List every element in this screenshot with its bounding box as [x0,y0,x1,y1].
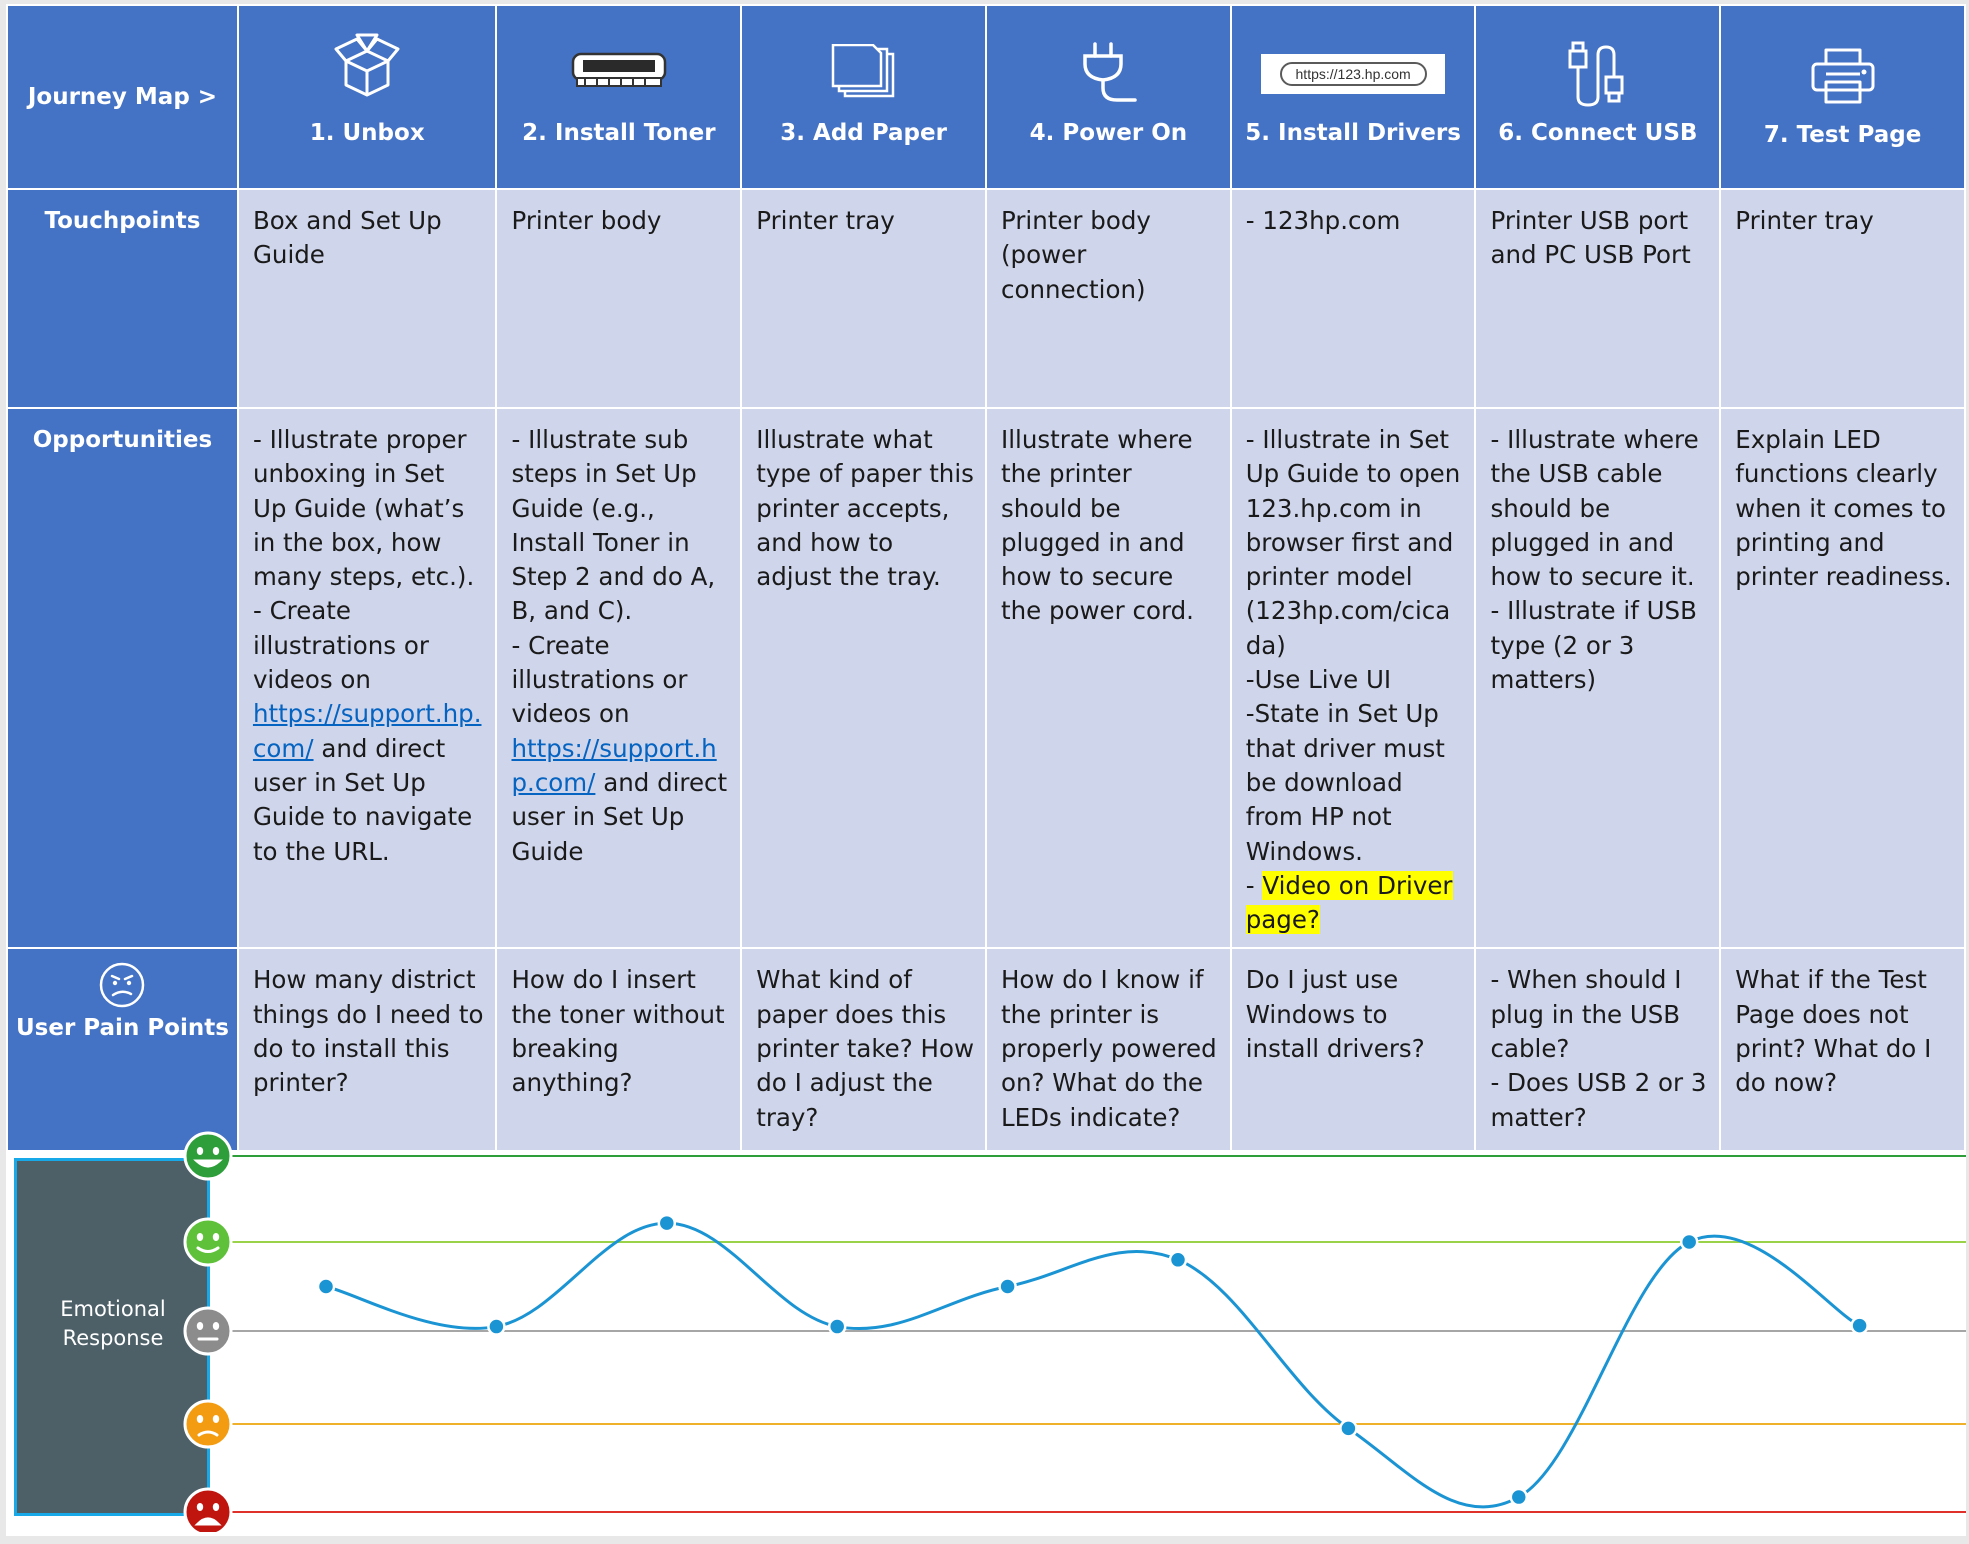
opportunity-cell: - Illustrate in Set Up Guide to open 123… [1229,406,1477,950]
stage-header-test-page: 7. Test Page [1719,4,1966,190]
url-bar-icon: https://123.hp.com [1232,6,1475,96]
power-plug-icon [987,6,1230,104]
stage-header-power-on: 4. Power On [984,4,1232,190]
touchpoints-label: Touchpoints [6,188,239,409]
very-happy-face-icon [183,1131,233,1181]
pain-point-text: - When should I plug in the USB cable? [1490,965,1682,1064]
opportunity-text: - Illustrate proper unboxing in Set Up G… [252,425,475,592]
opportunity-text: - Illustrate in Set Up Guide to open 123… [1245,425,1461,660]
toner-cartridge-icon [497,6,740,100]
touchpoint-cell: Printer body [495,188,743,409]
emotion-point [998,1277,1017,1296]
paper-stack-icon [742,6,985,102]
opportunity-text: - Illustrate sub steps in Set Up Guide (… [511,425,716,626]
stage-label-install-drivers: 5. Install Drivers [1245,120,1461,146]
opportunity-cell: Illustrate where the printer should be p… [984,406,1232,950]
stage-label-install-toner: 2. Install Toner [522,120,716,146]
opportunity-cell: - Illustrate proper unboxing in Set Up G… [236,406,498,950]
journey-map-label: Journey Map > [27,84,218,110]
stage-header-connect-usb: 6. Connect USB [1474,4,1722,190]
neutral-face-icon [183,1306,233,1356]
stage-header-install-toner: 2. Install Toner [495,4,743,190]
emotion-point [1339,1419,1358,1438]
emotion-point [487,1317,506,1336]
stage-header-add-paper: 3. Add Paper [740,4,987,190]
stage-label-test-page: 7. Test Page [1763,122,1922,148]
stages-header-row: Journey Map > 1. Unbox 2. Install Toner … [6,4,1966,190]
opportunity-text: - [1245,870,1263,900]
touchpoint-cell: Printer USB port and PC USB Port [1474,188,1722,409]
happy-face-icon [183,1217,233,1267]
pain-points-label: User Pain Points [15,1015,229,1042]
journey-map-table: Journey Map > 1. Unbox 2. Install Toner … [6,4,1966,1153]
emotion-point [316,1277,336,1296]
stage-label-connect-usb: 6. Connect USB [1498,120,1698,146]
emotion-point [657,1213,677,1233]
stage-header-install-drivers: https://123.hp.com 5. Install Drivers [1229,4,1477,190]
stage-label-add-paper: 3. Add Paper [780,120,947,146]
opportunities-label: Opportunities [6,406,239,950]
unhappy-face-icon [183,1399,233,1449]
emotion-curve [325,1221,1861,1509]
journey-map-label-cell: Journey Map > [6,4,239,190]
emotion-point [1168,1250,1188,1270]
usb-cable-icon [1476,6,1719,108]
url-bar-text: https://123.hp.com [1279,62,1427,86]
opportunities-row: Opportunities - Illustrate proper unboxi… [6,406,1966,950]
stage-header-unbox: 1. Unbox [236,4,498,190]
touchpoint-cell: - 123hp.com [1229,188,1477,409]
stage-label-power-on: 4. Power On [1029,120,1188,146]
angry-face-icon [183,1487,233,1532]
emotional-response-chart [183,1131,1966,1532]
opportunity-text: - Illustrate if USB type (2 or 3 matters… [1490,596,1697,695]
opportunity-text: -State in Set Up that driver must be dow… [1245,699,1445,866]
opportunity-cell: - Illustrate sub steps in Set Up Guide (… [495,406,743,950]
opportunity-text: - Create illustrations or videos on [511,630,688,729]
touchpoint-cell: Printer tray [1719,188,1966,409]
printer-icon [1721,6,1964,106]
touchpoint-cell: Box and Set Up Guide [236,188,498,409]
opportunity-cell: - Illustrate where the USB cable should … [1474,406,1722,950]
stage-label-unbox: 1. Unbox [309,120,425,146]
opportunity-text: -Use Live UI [1245,665,1392,695]
emotion-point [1679,1232,1699,1252]
opportunity-cell: Explain LED functions clearly when it co… [1719,406,1966,950]
emotion-point [1850,1316,1869,1335]
worried-face-icon [100,963,145,1008]
touchpoint-cell: Printer tray [740,188,987,409]
opportunity-text: - Illustrate where the USB cable should … [1490,425,1699,592]
emotion-point [827,1317,847,1336]
emotion-point [1509,1487,1529,1507]
opportunity-text: - Create illustrations or videos on [252,596,429,695]
box-icon [239,6,496,100]
opportunity-cell: Illustrate what type of paper this print… [740,406,987,950]
touchpoints-row: Touchpoints Box and Set Up Guide Printer… [6,188,1966,409]
touchpoint-cell: Printer body (power connection) [984,188,1232,409]
highlighted-note: Video on Driver page? [1245,870,1453,935]
